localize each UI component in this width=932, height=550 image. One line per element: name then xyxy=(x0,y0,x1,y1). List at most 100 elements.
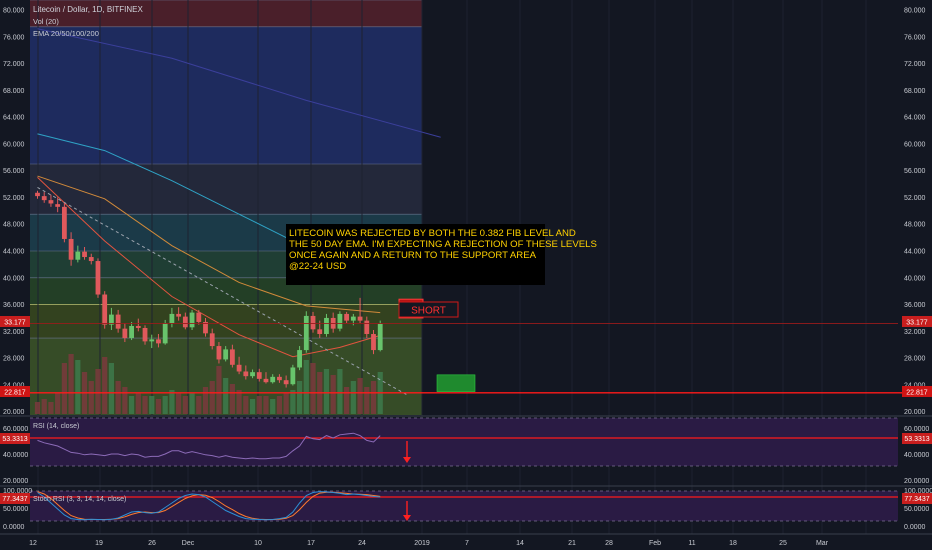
annotation-line-4: @22-24 USD xyxy=(289,261,346,272)
y-tick-label: 36.000 xyxy=(3,302,25,309)
volume-bar xyxy=(303,360,309,414)
volume-bar xyxy=(243,396,249,414)
x-tick-label: Feb xyxy=(649,540,661,547)
volume-bar xyxy=(102,357,108,414)
rsi-band xyxy=(30,418,898,466)
candle-body xyxy=(75,251,81,260)
candle-body xyxy=(135,325,141,328)
y-tick-label: 72.000 xyxy=(3,61,25,68)
y-tick-label: 48.000 xyxy=(904,222,926,229)
y-tick-label: 80.000 xyxy=(904,8,926,15)
y-tick-label: 32.000 xyxy=(904,329,926,336)
candle-body xyxy=(41,196,47,201)
support-badge-right-text: 22.817 xyxy=(906,390,928,397)
volume-bar xyxy=(310,363,316,414)
stoch-tick-50-right: 50.0000 xyxy=(904,506,929,513)
volume-bar xyxy=(249,399,256,414)
candle-body xyxy=(35,192,40,197)
candle-body xyxy=(162,323,168,344)
volume-bar xyxy=(330,375,336,414)
candle-body xyxy=(377,323,383,351)
y-tick-label: 56.000 xyxy=(904,168,926,175)
rsi-label: RSI (14, close) xyxy=(33,423,79,430)
candle-body xyxy=(310,315,316,330)
x-tick-label: 18 xyxy=(729,540,737,547)
y-tick-label: 56.000 xyxy=(3,168,25,175)
y-tick-label: 60.000 xyxy=(3,141,25,148)
x-tick-label: 2019 xyxy=(414,540,430,547)
x-tick-label: 7 xyxy=(465,540,469,547)
volume-bar xyxy=(68,354,74,414)
volume-bar xyxy=(270,399,276,414)
volume-label: Vol (20) xyxy=(33,17,59,26)
rsi-tick-60: 60.0000 xyxy=(3,426,28,433)
x-tick-label: 14 xyxy=(516,540,524,547)
volume-bar xyxy=(189,393,195,414)
volume-bar xyxy=(48,402,54,414)
trading-chart[interactable]: SHORT LITECOIN WAS REJECTED BY BOTH THE … xyxy=(0,0,932,550)
y-tick-label: 28.000 xyxy=(3,356,25,363)
candle-body xyxy=(290,367,296,385)
volume-bar xyxy=(229,384,235,414)
candle-body xyxy=(122,328,128,339)
volume-bar xyxy=(256,396,262,414)
volume-bar xyxy=(55,393,61,414)
volume-bar xyxy=(176,393,182,414)
volume-bar xyxy=(236,390,242,414)
stoch-tick-0-right: 0.0000 xyxy=(904,524,926,531)
candle-body xyxy=(283,380,289,385)
volume-bar xyxy=(162,396,168,414)
candle-body xyxy=(270,376,276,383)
candle-body xyxy=(256,372,262,379)
x-tick-label: 26 xyxy=(148,540,156,547)
y-tick-label: 52.000 xyxy=(3,195,25,202)
volume-bar xyxy=(216,366,222,414)
candle-body xyxy=(209,333,215,347)
ema-label: EMA 20/50/100/200 xyxy=(33,29,99,38)
annotation-line-3: ONCE AGAIN AND A RETURN TO THE SUPPORT A… xyxy=(289,250,537,261)
volume-bar xyxy=(95,369,101,414)
stoch-label: Stoch RSI (3, 3, 14, 14, close) xyxy=(33,496,126,503)
rsi-tick-40-right: 40.0000 xyxy=(904,452,929,459)
candle-body xyxy=(189,312,195,328)
volume-bar xyxy=(263,396,269,414)
x-tick-label: 11 xyxy=(688,540,695,547)
stoch-badge-left-text: 77.3437 xyxy=(2,496,27,503)
volume-bar xyxy=(34,402,41,414)
candle-body xyxy=(250,372,255,377)
candle-body xyxy=(223,349,229,360)
candle-body xyxy=(350,316,356,321)
volume-bar xyxy=(196,396,202,414)
candle-body xyxy=(303,315,309,351)
candle-body xyxy=(129,325,134,339)
volume-bar xyxy=(88,381,94,414)
rsi-badge-left-text: 53.3313 xyxy=(2,436,27,443)
volume-bar xyxy=(290,390,296,414)
volume-bar xyxy=(357,378,363,414)
volume-bar xyxy=(323,369,330,414)
candle-body xyxy=(82,251,87,258)
candle-body xyxy=(243,371,249,377)
y-tick-label: 76.000 xyxy=(3,34,25,41)
candle-body xyxy=(324,317,329,335)
x-tick-label: 17 xyxy=(307,540,315,547)
volume-bar xyxy=(202,387,209,414)
volume-bar xyxy=(149,396,155,414)
candle-body xyxy=(61,206,67,239)
candle-body xyxy=(55,204,61,207)
stoch-tick-0: 0.0000 xyxy=(3,524,25,531)
candle-body xyxy=(142,327,148,342)
candle-body xyxy=(48,200,54,204)
y-tick-label: 76.000 xyxy=(904,34,926,41)
volume-bar xyxy=(370,381,377,414)
y-tick-label: 68.000 xyxy=(3,88,25,95)
target-zone[interactable] xyxy=(436,374,476,392)
volume-bar xyxy=(337,369,343,414)
stoch-band xyxy=(30,491,898,521)
volume-bar xyxy=(296,381,303,414)
fib-zone xyxy=(30,26,422,164)
y-tick-label: 48.000 xyxy=(3,222,25,229)
x-tick-label: 19 xyxy=(95,540,103,547)
current-price-badge-right-text: 33.177 xyxy=(906,320,928,327)
y-tick-label: 64.000 xyxy=(3,115,25,122)
